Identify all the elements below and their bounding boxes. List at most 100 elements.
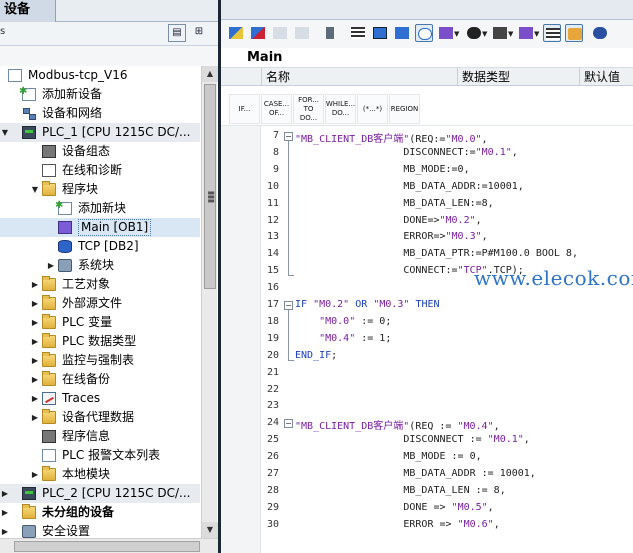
column-datatype-header[interactable]: 数据类型 [457, 68, 579, 86]
tree-item[interactable]: ▶ Traces [0, 389, 200, 408]
detail-view-icon[interactable]: ▤ [168, 24, 186, 42]
expand-arrow-icon[interactable]: ▶ [0, 522, 10, 538]
tree-item[interactable]: ▶ 监控与强制表 [0, 351, 200, 370]
tree-item[interactable]: ▶ PLC 变量 [0, 313, 200, 332]
scl-code-editor[interactable]: 7− "MB_CLIENT_DB客户端"(REQ:="M0.0", 8 DISCON… [221, 126, 633, 553]
tree-item[interactable]: ▶ 系统块 [0, 256, 200, 275]
scroll-up-icon[interactable]: ▲ [202, 66, 218, 82]
instr-for-button[interactable]: FOR... TO DO... [293, 94, 324, 124]
tree-item[interactable]: PLC 报警文本列表 [0, 446, 200, 465]
code-line[interactable]: MB_MODE:=0, [295, 164, 469, 175]
expand-arrow-icon[interactable]: ▶ [46, 256, 56, 275]
tree-item[interactable]: ▼ 程序块 [0, 180, 200, 199]
tree-item[interactable]: 设备和网络 [0, 104, 200, 123]
tree-scroll-thumb[interactable]: ▬ ▬ ▬ [204, 84, 216, 289]
tree-item[interactable]: 在线和诊断 [0, 161, 200, 180]
insert-network-icon[interactable] [227, 24, 245, 42]
monitoring-on-icon[interactable] [565, 24, 583, 42]
collapse-arrow-icon[interactable]: ▼ [0, 123, 10, 142]
expand-arrow-icon[interactable]: ▶ [30, 389, 40, 408]
code-line[interactable]: DONE=>"M0.2", [295, 215, 481, 226]
code-line[interactable]: DISCONNECT:="M0.1", [295, 147, 517, 158]
tree-item[interactable]: 程序信息 [0, 427, 200, 446]
expand-arrow-icon[interactable]: ▶ [30, 351, 40, 370]
fold-toggle-icon[interactable]: − [284, 132, 293, 141]
tree-item[interactable]: ▶ 在线备份 [0, 370, 200, 389]
absolute-operand-icon[interactable] [321, 24, 339, 42]
align-left-icon[interactable] [349, 24, 367, 42]
tree-horizontal-scrollbar[interactable] [0, 538, 218, 553]
tree-item[interactable]: ▶ 工艺对象 [0, 275, 200, 294]
code-line[interactable]: MB_MODE := 0, [295, 451, 481, 462]
fold-toggle-icon[interactable]: − [284, 301, 293, 310]
expand-arrow-icon[interactable]: ▶ [0, 484, 10, 503]
window-layout-icon[interactable] [393, 24, 411, 42]
insert-row-icon[interactable] [271, 24, 289, 42]
delete-network-icon[interactable] [249, 24, 267, 42]
collapse-arrow-icon[interactable]: ▼ [30, 180, 40, 199]
tree-item[interactable]: ▶ 安全设置 [0, 522, 200, 538]
code-line[interactable]: IF "M0.2" OR "M0.3" THEN [295, 299, 440, 310]
column-name-header[interactable]: 名称 [261, 68, 457, 86]
monitor-value-icon[interactable]: ▼ [437, 24, 459, 42]
fold-toggle-icon[interactable]: − [284, 419, 293, 429]
expand-arrow-icon[interactable]: ▶ [30, 294, 40, 313]
code-line[interactable]: "MB_CLIENT_DB客户端"(REQ:="M0.0", [295, 130, 488, 145]
tree-item-label: PLC_1 [CPU 1215C DC/... [42, 125, 191, 139]
code-line[interactable]: ERROR=>"M0.3", [295, 231, 487, 242]
tree-item[interactable]: ▶ PLC_2 [CPU 1215C DC/... [0, 484, 200, 503]
code-line[interactable]: "MB_CLIENT_DB客户端"(REQ := "M0.4", [295, 417, 500, 432]
tree-item[interactable]: ▼ PLC_1 [CPU 1215C DC/... [0, 123, 200, 142]
tree-item[interactable]: ▶ 本地模块 [0, 465, 200, 484]
code-line[interactable]: DONE => "M0.5", [295, 502, 493, 513]
instr-while-button[interactable]: WHILE... DO... [325, 94, 356, 124]
code-line[interactable]: MB_DATA_LEN := 8, [295, 485, 505, 496]
devices-tab[interactable]: 设备 [0, 0, 56, 22]
tree-item[interactable]: TCP [DB2] [0, 237, 200, 256]
expand-arrow-icon[interactable]: ▶ [30, 332, 40, 351]
code-line[interactable]: DISCONNECT := "M0.1", [295, 434, 529, 445]
window-split-icon[interactable] [371, 24, 389, 42]
expand-arrow-icon[interactable]: ▶ [30, 370, 40, 389]
comment-toggle-icon[interactable] [415, 24, 433, 42]
tree-item[interactable]: ▶ 设备代理数据 [0, 408, 200, 427]
tree-item[interactable]: ▶ 外部源文件 [0, 294, 200, 313]
code-line[interactable]: MB_DATA_ADDR:=10001, [295, 181, 523, 192]
tree-item[interactable]: 添加新设备 [0, 82, 200, 104]
code-line[interactable]: END_IF; [295, 350, 337, 361]
tree-item[interactable]: Modbus-tcp_V16 [0, 66, 200, 85]
instr-region-button[interactable]: REGION [389, 94, 420, 124]
code-line[interactable]: "M0.4" := 1; [295, 333, 391, 344]
instr-comment-button[interactable]: (*...*) [357, 94, 388, 124]
fold-bracket [288, 310, 294, 361]
tree-item-label: 系统块 [78, 258, 115, 272]
column-default-header[interactable]: 默认值 [579, 68, 633, 86]
instr-case-button[interactable]: CASE... OF... [261, 94, 292, 124]
expand-arrow-icon[interactable]: ▶ [30, 408, 40, 427]
delete-row-icon[interactable] [293, 24, 311, 42]
expand-arrow-icon[interactable]: ▶ [30, 465, 40, 484]
tree-hscroll-thumb[interactable] [14, 541, 200, 552]
code-line[interactable]: "M0.0" := 0; [295, 316, 391, 327]
expand-arrow-icon[interactable]: ▶ [30, 275, 40, 294]
expand-arrow-icon[interactable]: ▶ [0, 503, 10, 522]
list-view-icon[interactable] [543, 24, 561, 42]
tree-item[interactable]: 设备组态 [0, 142, 200, 161]
tree-item[interactable]: Main [OB1] [0, 218, 200, 237]
tree-item[interactable]: ▶ PLC 数据类型 [0, 332, 200, 351]
expand-arrow-icon[interactable]: ▶ [30, 313, 40, 332]
code-line[interactable]: MB_DATA_LEN:=8, [295, 198, 493, 209]
go-to-icon[interactable]: ▼ [465, 24, 487, 42]
add-to-project-icon[interactable]: ⊞ [190, 24, 208, 42]
code-line[interactable]: ERROR => "M0.6", [295, 519, 499, 530]
scroll-down-icon[interactable]: ▼ [202, 522, 218, 538]
bookmark-icon[interactable]: ▼ [491, 24, 513, 42]
tree-item[interactable]: 添加新块 [0, 196, 200, 218]
snapshot-icon[interactable]: ▼ [517, 24, 539, 42]
call-structure-icon[interactable] [591, 24, 609, 42]
tree-vertical-scrollbar[interactable]: ▲ ▬ ▬ ▬ ▼ [201, 66, 218, 538]
instr-if-button[interactable]: IF... [229, 94, 260, 124]
tree-item[interactable]: ▶ 未分组的设备 [0, 503, 200, 522]
code-line[interactable]: MB_DATA_ADDR := 10001, [295, 468, 535, 479]
code-line[interactable]: MB_DATA_PTR:=P#M100.0 BOOL 8, [295, 248, 578, 259]
